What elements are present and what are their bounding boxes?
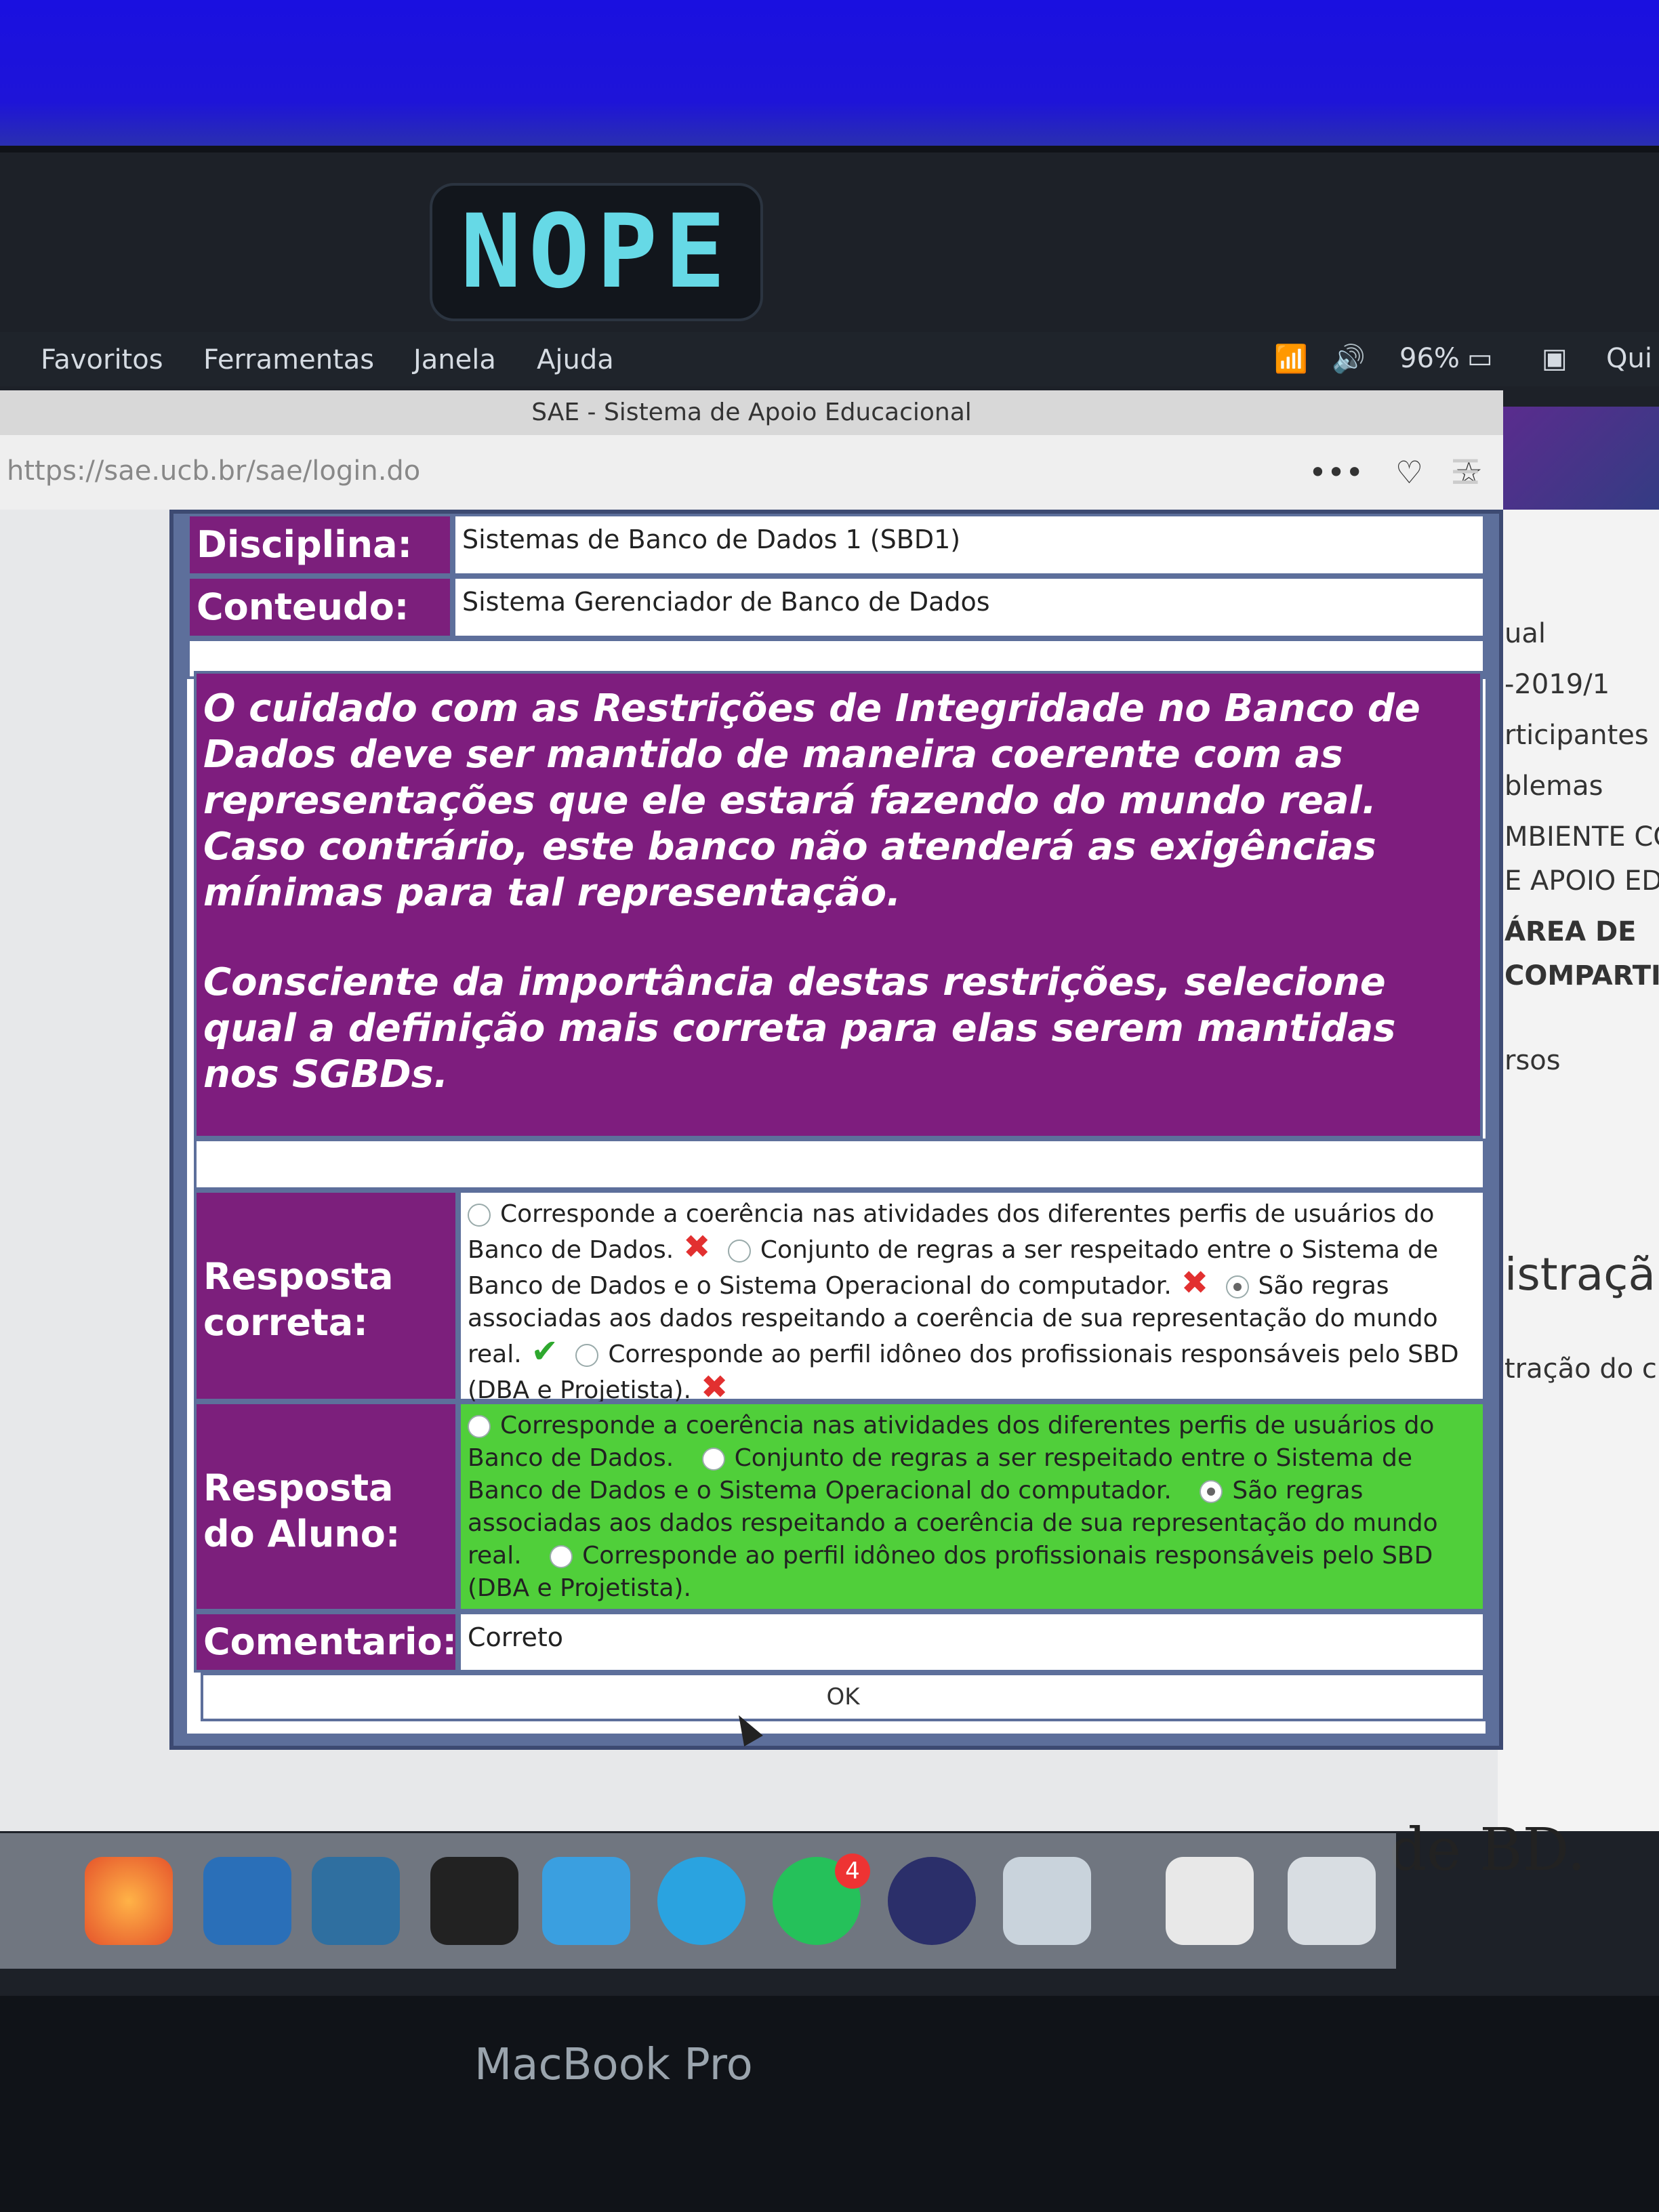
resposta-correta-options: Corresponde a coerência nas atividades d… <box>458 1190 1486 1404</box>
clock-text[interactable]: Qui <box>1606 343 1652 374</box>
disciplina-label: Disciplina: <box>187 514 453 576</box>
question-box: O cuidado com as Restrições de Integrida… <box>194 671 1483 1139</box>
right-heading: istraçã <box>1504 1248 1656 1300</box>
right-side-content: ual -2019/1 rticipantes blemas MBIENTE C… <box>1498 510 1659 1831</box>
right-line: COMPARTI <box>1504 960 1659 991</box>
mac-menubar: Favoritos Ferramentas Janela Ajuda 📶 🔊 9… <box>0 332 1659 386</box>
terminal-icon[interactable] <box>430 1857 518 1945</box>
right-line: tração do cu <box>1504 1353 1659 1385</box>
right-line: ÁREA DE <box>1504 916 1637 947</box>
background-page-text: de BD. <box>1389 1816 1586 1884</box>
vscode-icon[interactable] <box>203 1857 291 1945</box>
conteudo-row: Conteudo: Sistema Gerenciador de Banco d… <box>187 576 1486 638</box>
volume-icon[interactable]: 🔊 <box>1332 343 1366 375</box>
pocket-icon[interactable]: ♡ <box>1395 454 1423 491</box>
mysql-workbench-icon[interactable] <box>312 1857 400 1945</box>
resposta-aluno-options: Corresponde a coerência nas atividades d… <box>458 1401 1486 1612</box>
modal-content: Disciplina: Sistemas de Banco de Dados 1… <box>187 514 1486 1734</box>
menu-icon[interactable]: ☰ <box>1450 453 1481 492</box>
result-modal: Disciplina: Sistemas de Banco de Dados 1… <box>169 510 1503 1750</box>
comentario-value: Correto <box>458 1612 1486 1673</box>
comentario-label: Comentario: <box>194 1612 458 1673</box>
resposta-correta-row: Resposta correta: Corresponde a coerênci… <box>187 1190 1486 1404</box>
radio-aluno-3[interactable] <box>1200 1480 1223 1503</box>
right-line: rticipantes <box>1504 720 1649 751</box>
radio-correta-1[interactable] <box>468 1204 491 1227</box>
address-bar[interactable]: https://sae.ucb.br/sae/login.do ••• ♡ ☆ <box>0 435 1503 511</box>
battery-percent: 96% <box>1399 343 1460 374</box>
wrong-x-icon: ✖ <box>1181 1264 1209 1302</box>
trash-icon[interactable] <box>1288 1857 1376 1945</box>
radio-correta-2[interactable] <box>727 1240 751 1263</box>
wifi-icon[interactable]: 📶 <box>1274 343 1308 375</box>
option-text: Corresponde ao perfil idôneo dos profiss… <box>468 1542 1433 1602</box>
conteudo-value: Sistema Gerenciador de Banco de Dados <box>453 576 1486 638</box>
right-line: blemas <box>1504 771 1603 802</box>
menu-ajuda[interactable]: Ajuda <box>537 344 614 375</box>
radio-correta-4[interactable] <box>575 1344 599 1367</box>
blue-top-glare <box>0 0 1659 146</box>
radio-aluno-1[interactable] <box>468 1415 491 1438</box>
right-line: rsos <box>1504 1045 1561 1076</box>
right-line: MBIENTE CO <box>1504 821 1659 853</box>
spacer-row-2 <box>194 1139 1486 1190</box>
question-paragraph-2: Consciente da importância destas restriç… <box>203 960 1396 1097</box>
resposta-aluno-row: Resposta do Aluno: Corresponde a coerênc… <box>187 1401 1486 1612</box>
wrong-x-icon: ✖ <box>683 1228 711 1266</box>
radio-aluno-4[interactable] <box>550 1545 573 1568</box>
option-text: Corresponde ao perfil idôneo dos profiss… <box>468 1340 1459 1404</box>
right-line: -2019/1 <box>1504 669 1610 700</box>
more-icon[interactable]: ••• <box>1309 454 1364 491</box>
right-line: ual <box>1504 618 1546 649</box>
resposta-aluno-label: Resposta do Aluno: <box>194 1401 458 1612</box>
right-line: E APOIO ED <box>1504 865 1659 897</box>
disciplina-value: Sistemas de Banco de Dados 1 (SBD1) <box>453 514 1486 576</box>
menu-janela[interactable]: Janela <box>413 344 496 375</box>
docker-icon[interactable] <box>542 1857 630 1945</box>
url-text[interactable]: https://sae.ucb.br/sae/login.do <box>7 455 420 487</box>
logo-text: NOPE <box>460 193 733 311</box>
conteudo-label: Conteudo: <box>187 576 453 638</box>
window-title: SAE - Sistema de Apoio Educacional <box>0 390 1503 435</box>
macbook-pro-label: MacBook Pro <box>474 2040 753 2090</box>
comentario-row: Comentario: Correto <box>187 1612 1486 1673</box>
wrong-x-icon: ✖ <box>700 1368 729 1406</box>
disciplina-row: Disciplina: Sistemas de Banco de Dados 1… <box>187 514 1486 576</box>
ok-button[interactable]: OK <box>201 1673 1486 1721</box>
menu-ferramentas[interactable]: Ferramentas <box>203 344 374 375</box>
whatsapp-badge: 4 <box>835 1853 870 1889</box>
radio-correta-3[interactable] <box>1225 1275 1249 1298</box>
firefox-icon[interactable] <box>85 1857 173 1945</box>
question-paragraph-1: O cuidado com as Restrições de Integrida… <box>203 687 1420 915</box>
preview-icon[interactable] <box>1003 1857 1091 1945</box>
downloads-stack-icon[interactable] <box>1166 1857 1254 1945</box>
correct-check-icon: ✔ <box>531 1332 558 1370</box>
battery-icon[interactable]: ▭ <box>1467 343 1493 374</box>
nope-logo: NOPE <box>430 183 763 321</box>
menu-favoritos[interactable]: Favoritos <box>41 344 163 375</box>
calendar-icon[interactable]: ▣ <box>1542 343 1568 374</box>
eclipse-icon[interactable] <box>888 1857 976 1945</box>
resposta-correta-label: Resposta correta: <box>194 1190 458 1401</box>
telegram-icon[interactable] <box>657 1857 745 1945</box>
radio-aluno-2[interactable] <box>701 1448 725 1471</box>
